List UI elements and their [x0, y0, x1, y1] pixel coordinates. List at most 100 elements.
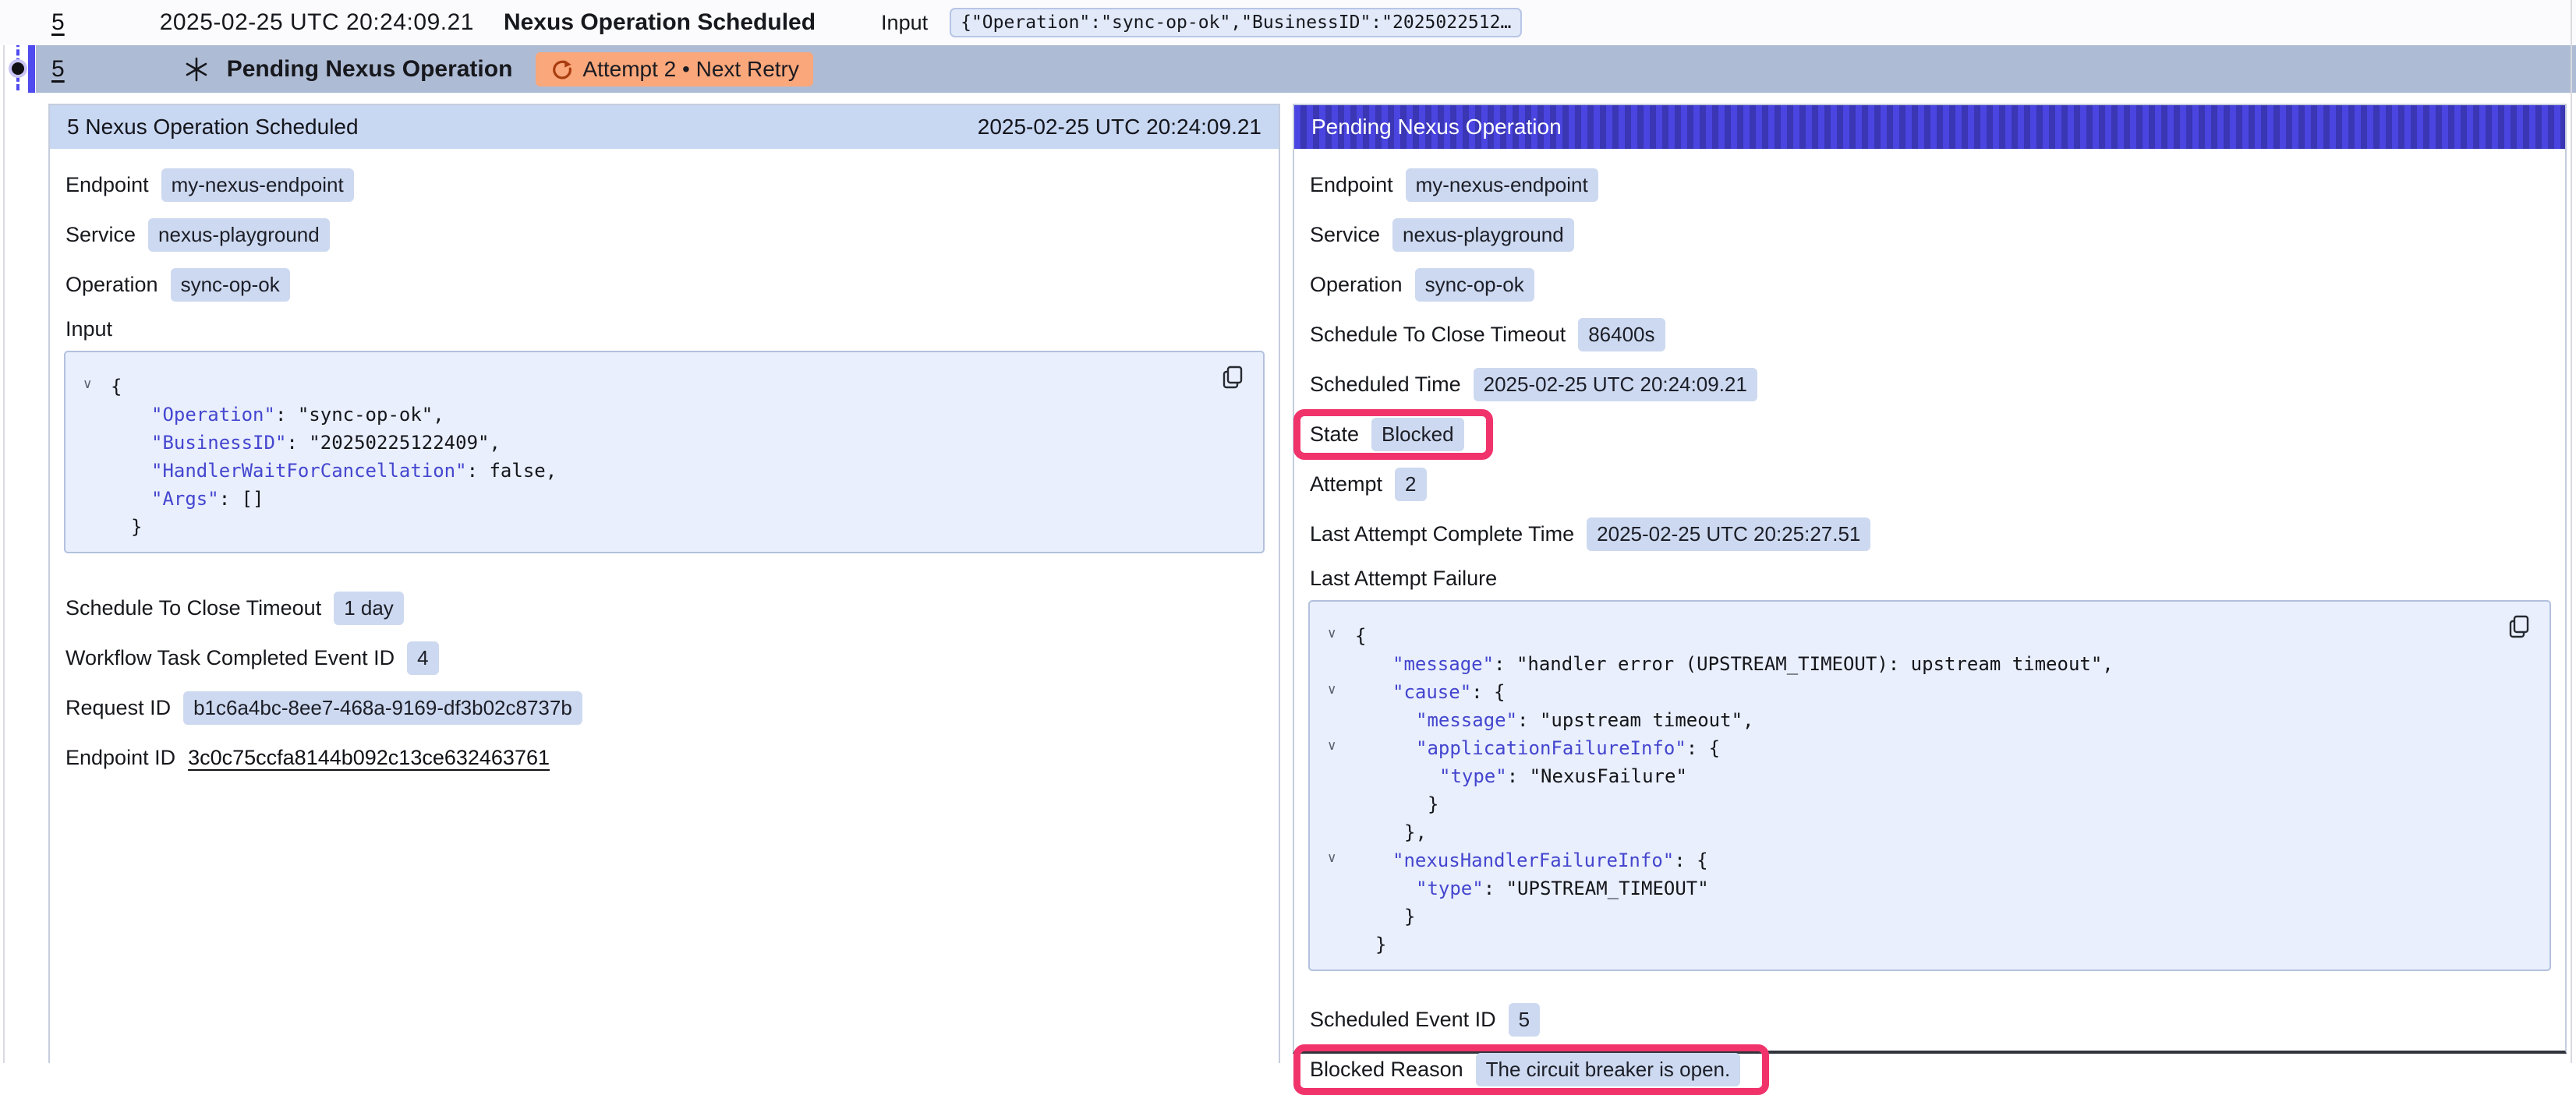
retry-status-badge: Attempt 2 • Next Retry [536, 52, 812, 87]
event-row-pending[interactable]: 5 Pending Nexus Operation Attempt 2 • Ne… [36, 45, 2576, 93]
copy-icon[interactable] [2506, 614, 2532, 641]
field-value-chip: 2025-02-25 UTC 20:24:09.21 [1474, 368, 1757, 401]
event-timestamp: 2025-02-25 UTC 20:24:09.21 [160, 9, 474, 36]
field-row-attempt: Attempt2 [1310, 459, 2565, 509]
highlight-annotation-box: State Blocked [1293, 409, 1493, 460]
field-value-chip: 2 [1395, 468, 1426, 501]
failure-json-viewer: ∨{"message": "handler error (UPSTREAM_TI… [1308, 600, 2551, 971]
field-value-chip: sync-op-ok [171, 268, 290, 302]
json-text: : "upstream timeout", [1517, 709, 1753, 731]
field-row-endpoint: Endpointmy-nexus-endpoint [1310, 160, 2565, 210]
json-line: } [111, 513, 1247, 541]
field-label: Operation [65, 273, 158, 297]
field-label: Request ID [65, 696, 171, 720]
field-label: Blocked Reason [1310, 1058, 1463, 1082]
copy-icon[interactable] [1219, 365, 1246, 391]
field-row-last-attempt-complete-time: Last Attempt Complete Time2025-02-25 UTC… [1310, 509, 2565, 559]
field-label: Scheduled Event ID [1310, 1008, 1496, 1032]
field-value-chip: sync-op-ok [1415, 268, 1534, 302]
json-line: } [1355, 931, 2534, 959]
json-text: : "20250225122409", [286, 432, 501, 454]
retry-icon [550, 58, 573, 81]
panel-title: 5 Nexus Operation Scheduled [67, 115, 359, 140]
event-row-scheduled[interactable]: 5 2025-02-25 UTC 20:24:09.21 Nexus Opera… [0, 0, 2576, 45]
json-key: "nexusHandlerFailureInfo" [1392, 850, 1674, 871]
json-text: { [1355, 625, 1366, 647]
json-key: "Operation" [151, 404, 275, 426]
json-text: : { [1686, 737, 1720, 759]
json-line: } [1355, 790, 2534, 818]
field-label: Schedule To Close Timeout [1310, 323, 1566, 347]
json-text: : "handler error (UPSTREAM_TIMEOUT): ups… [1494, 653, 2114, 675]
json-text: } [1428, 793, 1438, 815]
field-row-operation: Operationsync-op-ok [1310, 260, 2565, 309]
field-row-schedule-to-close-timeout: Schedule To Close Timeout86400s [1310, 309, 2565, 359]
field-value-link[interactable]: 3c0c75ccfa8144b092c13ce632463761 [188, 746, 550, 770]
json-text: : { [1471, 681, 1505, 703]
collapse-chevron-icon[interactable]: ∨ [83, 378, 92, 391]
collapse-chevron-icon[interactable]: ∨ [1327, 852, 1336, 865]
field-row-state: State Blocked [1310, 409, 2565, 459]
pending-panel-header: Pending Nexus Operation [1294, 105, 2565, 149]
json-line: ∨"nexusHandlerFailureInfo": { [1355, 846, 2534, 874]
field-label: Service [1310, 223, 1380, 247]
json-key: "type" [1416, 878, 1484, 899]
field-row-schedule-to-close-timeout: Schedule To Close Timeout 1 day [65, 583, 1279, 633]
field-row-endpoint: Endpointmy-nexus-endpoint [65, 160, 1279, 210]
json-key: "BusinessID" [151, 432, 286, 454]
json-line: "message": "upstream timeout", [1355, 706, 2534, 734]
panel-timestamp: 2025-02-25 UTC 20:24:09.21 [978, 115, 1261, 140]
timeline-node-current-icon [12, 62, 24, 75]
json-text: } [131, 516, 142, 538]
field-row-scheduled-event-id: Scheduled Event ID 5 [1310, 994, 2565, 1044]
field-label: Last Attempt Complete Time [1310, 522, 1574, 546]
json-text: : "sync-op-ok", [275, 404, 444, 426]
field-row-scheduled-time: Scheduled Time 2025-02-25 UTC 20:24:09.21 [1310, 359, 2565, 409]
event-title: Nexus Operation Scheduled [504, 9, 816, 36]
json-line: ∨"applicationFailureInfo": { [1355, 734, 2534, 762]
event-id-link[interactable]: 5 [51, 9, 65, 36]
input-json-viewer: ∨{"Operation": "sync-op-ok","BusinessID"… [64, 351, 1265, 553]
json-line: "Operation": "sync-op-ok", [111, 401, 1247, 429]
json-line: } [1355, 902, 2534, 931]
json-line: "BusinessID": "20250225122409", [111, 429, 1247, 457]
json-key: "cause" [1392, 681, 1471, 703]
field-label: Service [65, 223, 136, 247]
json-text: { [111, 376, 122, 397]
field-row-endpoint-id: Endpoint ID3c0c75ccfa8144b092c13ce632463… [65, 733, 1279, 782]
highlight-annotation-box: Blocked ReasonThe circuit breaker is ope… [1293, 1044, 1769, 1095]
collapse-chevron-icon[interactable]: ∨ [1327, 683, 1336, 697]
collapse-chevron-icon[interactable]: ∨ [1327, 740, 1336, 753]
field-value-chip: b1c6a4bc-8ee7-468a-9169-df3b02c8737b [183, 691, 582, 725]
field-row-service: Servicenexus-playground [65, 210, 1279, 260]
field-label: Scheduled Time [1310, 373, 1461, 397]
field-value-chip: 1 day [334, 592, 404, 625]
input-label: Input [881, 11, 928, 35]
json-line: }, [1355, 818, 2534, 846]
collapse-chevron-icon[interactable]: ∨ [1327, 627, 1336, 641]
field-value-chip: Blocked [1371, 418, 1464, 451]
scheduled-event-panel: 5 Nexus Operation Scheduled 2025-02-25 U… [48, 104, 1280, 1063]
field-value-chip: 5 [1509, 1003, 1540, 1037]
input-section-label: Input [50, 309, 1279, 348]
json-key: "type" [1439, 765, 1507, 787]
json-line: "HandlerWaitForCancellation": false, [111, 457, 1247, 485]
json-line: "type": "NexusFailure" [1355, 762, 2534, 790]
failure-section-label: Last Attempt Failure [1294, 559, 2565, 597]
json-line: ∨"cause": { [1355, 678, 2534, 706]
event-id-link[interactable]: 5 [51, 56, 65, 83]
scheduled-panel-header: 5 Nexus Operation Scheduled 2025-02-25 U… [50, 105, 1279, 149]
json-text: } [1404, 906, 1415, 927]
field-label: Schedule To Close Timeout [65, 596, 321, 620]
json-line: "Args": [] [111, 485, 1247, 513]
field-label: State [1310, 422, 1359, 447]
event-title: Pending Nexus Operation [227, 56, 513, 83]
field-label: Endpoint [1310, 173, 1393, 197]
json-text: : "UPSTREAM_TIMEOUT" [1484, 878, 1709, 899]
json-line: ∨{ [111, 373, 1247, 401]
json-key: "HandlerWaitForCancellation" [151, 460, 467, 482]
field-value-chip: nexus-playground [1392, 218, 1574, 252]
field-row-operation: Operation sync-op-ok [65, 260, 1279, 309]
json-text: : [] [219, 488, 264, 510]
json-line: ∨{ [1355, 622, 2534, 650]
